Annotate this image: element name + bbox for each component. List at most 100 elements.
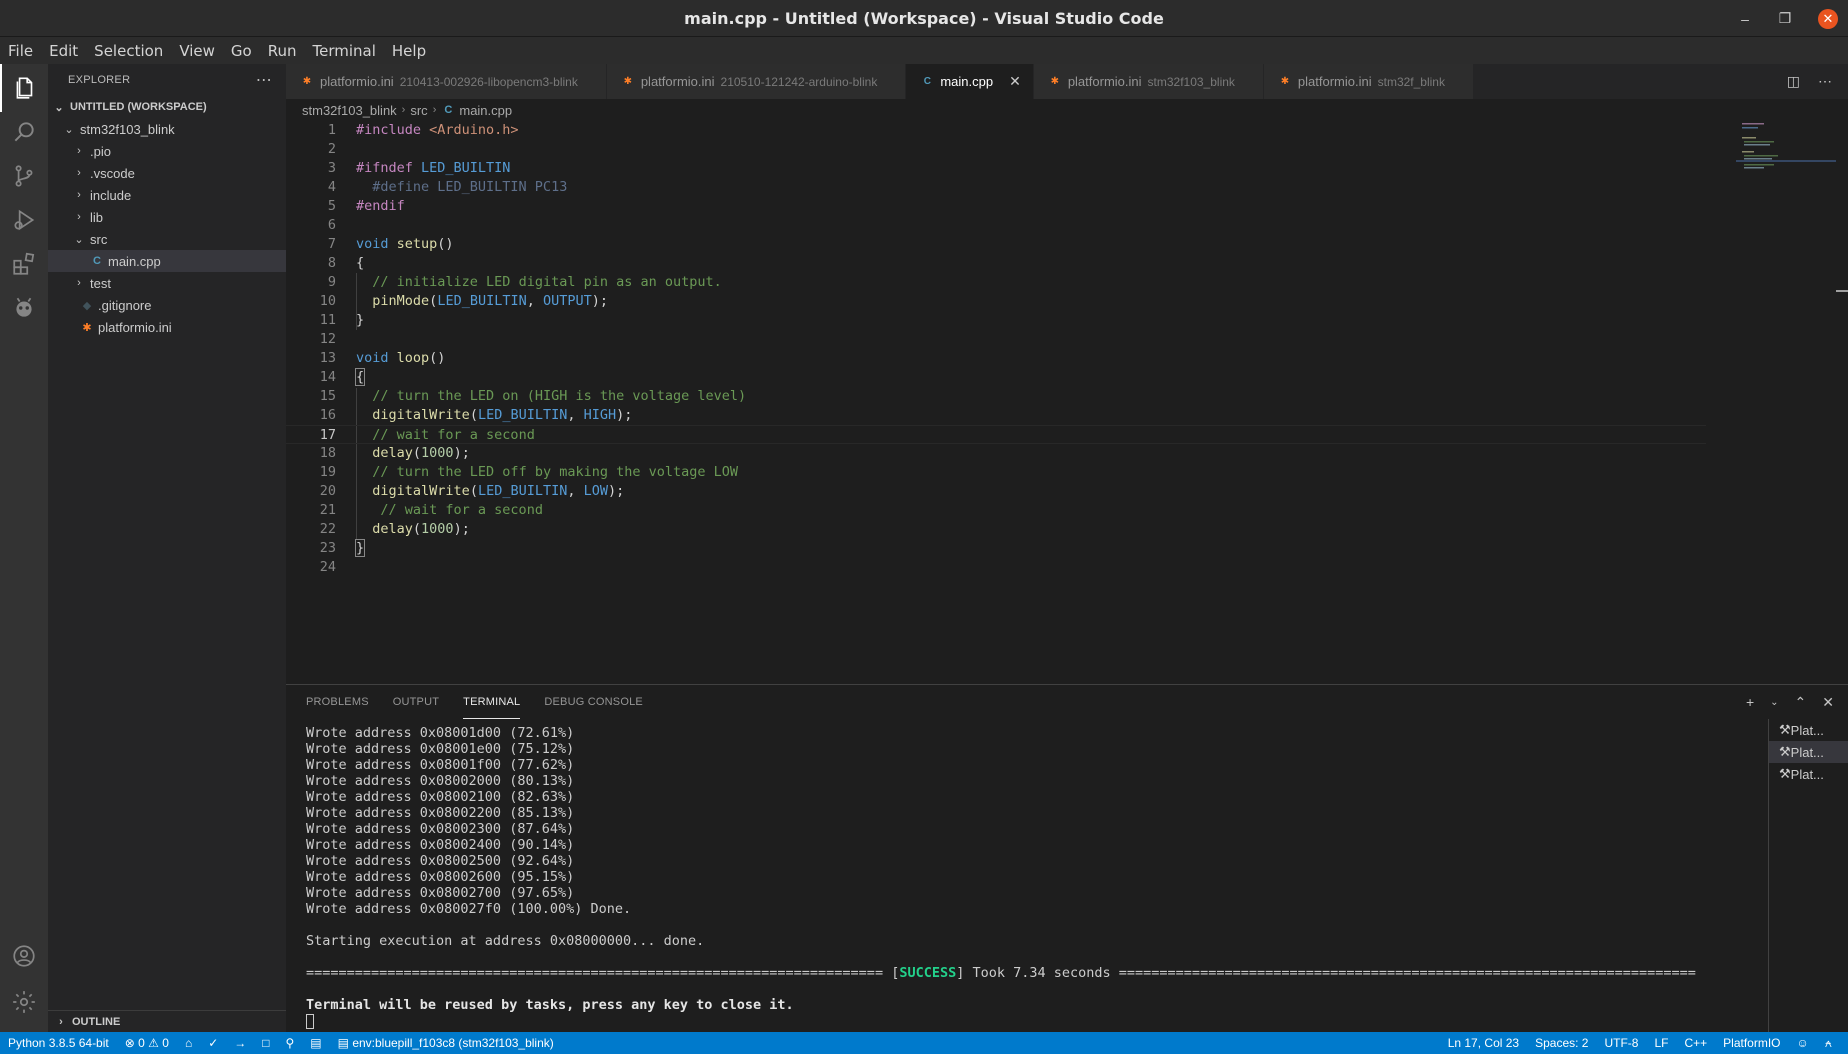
panel-tab-debug-console[interactable]: DEBUG CONSOLE — [544, 685, 643, 719]
tree-item-label: platformio.ini — [98, 319, 172, 335]
tree-item[interactable]: ⌄ src — [48, 228, 286, 250]
code-line: 15 // turn the LED on (HIGH is the volta… — [286, 387, 1706, 406]
code-token: digitalWrite — [372, 407, 470, 423]
menu-selection[interactable]: Selection — [92, 42, 165, 60]
feedback-icon[interactable]: ☺ — [1789, 1036, 1817, 1050]
chevron-right-icon: › — [77, 277, 81, 289]
platformio-status[interactable]: PlatformIO — [1715, 1036, 1788, 1050]
code-line: 21 // wait for a second — [286, 501, 1706, 520]
new-terminal-icon[interactable]: + — [1746, 694, 1754, 710]
pio-env-switcher[interactable]: ▤ env:bluepill_f103c8 (stm32f103_blink) — [330, 1036, 562, 1050]
terminal-text: ] Took 7.34 seconds ====================… — [956, 965, 1696, 981]
editor-tab[interactable]: ✱ platformio.ini 210510-121242-arduino-bli… — [606, 64, 907, 99]
menu-terminal[interactable]: Terminal — [311, 42, 378, 60]
tree-item-label: .gitignore — [98, 297, 152, 313]
menu-view[interactable]: View — [177, 42, 217, 60]
search-icon[interactable] — [0, 108, 48, 156]
tree-item[interactable]: › lib — [48, 206, 286, 228]
chevron-right-icon: › — [77, 167, 81, 179]
platformio-icon[interactable] — [0, 284, 48, 332]
code-line: 14 { — [286, 368, 1706, 387]
outline-section[interactable]: › OUTLINE — [48, 1010, 286, 1032]
source-control-icon[interactable] — [0, 152, 48, 200]
code-token: LED_BUILTIN — [477, 407, 568, 423]
extensions-icon[interactable] — [0, 240, 48, 288]
terminal-text: ========================================… — [306, 965, 900, 981]
breadcrumb-item[interactable]: main.cpp — [459, 103, 512, 118]
encoding[interactable]: UTF-8 — [1596, 1036, 1646, 1050]
panel-tab-terminal[interactable]: TERMINAL — [463, 685, 521, 719]
end-of-line[interactable]: LF — [1646, 1036, 1676, 1050]
breadcrumb-item[interactable]: stm32f103_blink — [302, 103, 397, 118]
close-panel-icon[interactable]: ✕ — [1822, 694, 1834, 711]
pio-test-icon[interactable]: ⚲ — [278, 1036, 303, 1050]
tree-item[interactable]: › .vscode — [48, 162, 286, 184]
python-interpreter[interactable]: Python 3.8.5 64-bit — [0, 1036, 117, 1050]
close-window-icon[interactable]: ✕ — [1818, 8, 1838, 29]
tree-item[interactable]: › include — [48, 184, 286, 206]
editor-tab[interactable]: Cmain.cpp ✕ — [906, 64, 1034, 99]
tree-item-label: test — [90, 275, 111, 291]
scrollbar-marker[interactable] — [1836, 290, 1848, 292]
more-actions-icon[interactable]: ⋯ — [1818, 73, 1832, 90]
minimize-icon[interactable]: – — [1738, 11, 1752, 27]
code-token: #ifndef — [356, 160, 422, 176]
menu-file[interactable]: File — [6, 42, 35, 60]
chevron-right-icon: › — [77, 145, 81, 157]
code-text: delay(1000); — [356, 444, 470, 463]
close-tab-icon[interactable]: ✕ — [1009, 73, 1021, 90]
explorer-icon[interactable] — [0, 64, 48, 112]
chevron-down-icon[interactable]: ⌄ — [1770, 697, 1778, 708]
tree-item[interactable]: ✱ platformio.ini — [48, 316, 286, 338]
split-editor-icon[interactable]: ◫ — [1787, 73, 1800, 90]
pio-clean-icon[interactable]: □ — [254, 1036, 277, 1050]
restore-icon[interactable]: ❐ — [1778, 10, 1792, 27]
terminal-list-item[interactable]: ⚒ Plat... — [1769, 719, 1848, 741]
more-actions-icon[interactable]: ⋯ — [256, 70, 272, 90]
terminal-list-item[interactable]: ⚒ Plat... — [1769, 741, 1848, 763]
menu-help[interactable]: Help — [390, 42, 428, 60]
minimap[interactable] — [1736, 121, 1836, 171]
code-line: 6 — [286, 216, 1706, 235]
pio-upload-icon[interactable]: → — [226, 1036, 254, 1050]
warning-count: 0 — [162, 1036, 169, 1050]
breadcrumb-item[interactable]: src — [410, 103, 427, 118]
outline-title: OUTLINE — [72, 1015, 121, 1028]
tree-item[interactable]: › test — [48, 272, 286, 294]
terminal-output[interactable]: Wrote address 0x08001d00 (72.61%) Wrote a… — [306, 725, 1746, 1029]
language-mode[interactable]: C++ — [1676, 1036, 1715, 1050]
tree-item[interactable]: Cmain.cpp — [48, 250, 286, 272]
settings-gear-icon[interactable] — [0, 978, 48, 1026]
account-icon[interactable] — [0, 932, 48, 980]
cpp-file-icon: C — [444, 104, 453, 116]
tree-item[interactable]: ⌄ stm32f103_blink — [48, 118, 286, 140]
editor-tab[interactable]: ✱ platformio.ini stm32f_blink — [1263, 64, 1474, 99]
tree-item[interactable]: ◆ .gitignore — [48, 294, 286, 316]
workspace-title: UNTITLED (WORKSPACE) — [70, 101, 207, 113]
menu-go[interactable]: Go — [229, 42, 254, 60]
editor-tab[interactable]: ✱ platformio.ini stm32f103_blink — [1033, 64, 1264, 99]
menu-run[interactable]: Run — [266, 42, 299, 60]
problems-status[interactable]: ⊗ 0 ⚠ 0 — [117, 1036, 177, 1050]
menu-edit[interactable]: Edit — [47, 42, 80, 60]
code-editor[interactable]: 1 #include <Arduino.h> 2 3 #ifndef LED_BUILT… — [286, 121, 1706, 681]
tree-item[interactable]: › .pio — [48, 140, 286, 162]
indentation[interactable]: Spaces: 2 — [1527, 1036, 1596, 1050]
terminal-list-item[interactable]: ⚒ Plat... — [1769, 763, 1848, 785]
notifications-bell-icon[interactable]: ⍲ — [1817, 1036, 1840, 1051]
editor-tab[interactable]: ✱ platformio.ini 210413-002926-libopencm3-… — [286, 64, 607, 99]
code-line: 23} — [286, 539, 1706, 558]
panel-tab-output[interactable]: OUTPUT — [393, 685, 439, 719]
maximize-panel-icon[interactable]: ⌃ — [1795, 694, 1807, 711]
cursor-position[interactable]: Ln 17, Col 23 — [1440, 1036, 1527, 1050]
panel-tab-problems[interactable]: PROBLEMS — [306, 685, 369, 719]
pio-home-icon[interactable]: ⌂ — [177, 1036, 200, 1050]
terminal-list: ⚒ Plat... ⚒ Plat... ⚒ Plat... — [1768, 719, 1848, 1033]
pio-build-icon[interactable]: ✓ — [200, 1036, 226, 1050]
platformio-file-icon: ✱ — [1280, 76, 1290, 87]
workspace-header[interactable]: ⌄ UNTITLED (WORKSPACE) — [48, 96, 286, 118]
pio-terminal-icon[interactable]: ▤ — [302, 1036, 329, 1050]
run-debug-icon[interactable] — [0, 196, 48, 244]
